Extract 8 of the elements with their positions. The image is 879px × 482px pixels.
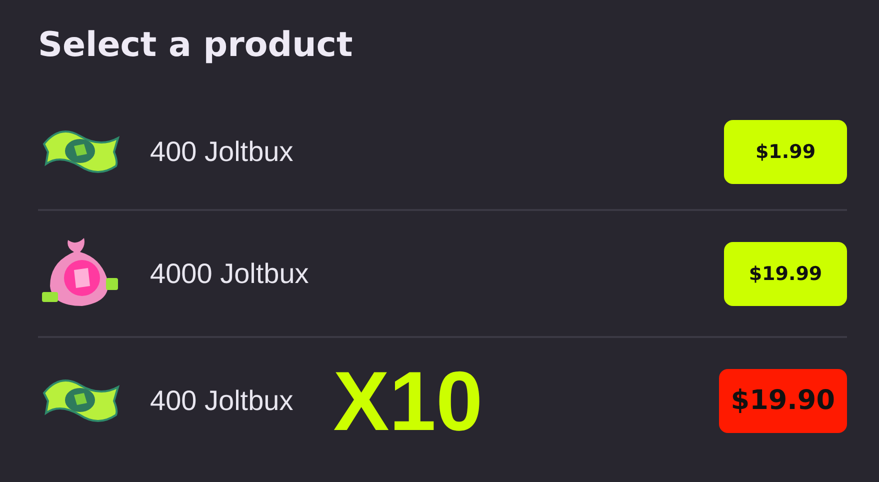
price-button[interactable]: $19.90	[718, 368, 847, 432]
product-name: 400 Joltbux	[150, 384, 294, 416]
price-button[interactable]: $19.99	[724, 242, 847, 306]
page-title: Select a product	[38, 24, 354, 67]
price-button[interactable]: $1.99	[724, 120, 847, 184]
product-name: 4000 Joltbux	[150, 258, 309, 290]
multiplier-text: X10	[333, 358, 483, 442]
product-name: 400 Joltbux	[150, 136, 294, 168]
